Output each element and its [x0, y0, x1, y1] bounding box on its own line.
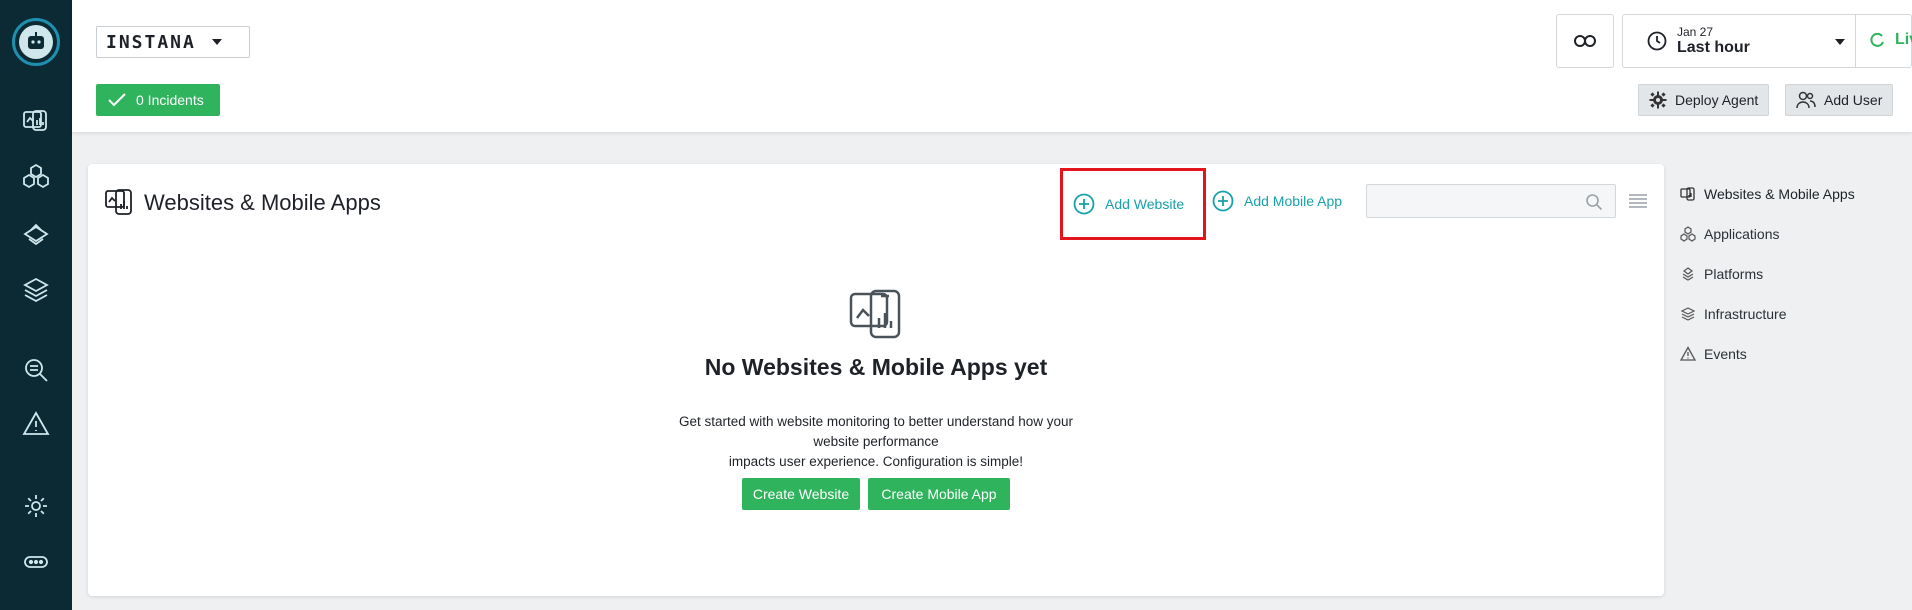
time-date: Jan 27: [1677, 24, 1714, 39]
empty-state-line-2: impacts user experience. Configuration i…: [728, 454, 1024, 469]
nav-applications-icon[interactable]: [0, 154, 72, 198]
checkmark-icon: [108, 93, 126, 107]
sidebar-item-label: Websites & Mobile Apps: [1704, 186, 1855, 202]
events-warning-icon: [1680, 346, 1696, 361]
brand-switcher[interactable]: INSTANA: [96, 26, 250, 58]
add-user-label: Add User: [1824, 92, 1883, 108]
platforms-icon: [1682, 267, 1694, 281]
empty-state-line-1: Get started with website monitoring to b…: [679, 414, 1073, 449]
add-website-button[interactable]: Add Website: [1060, 168, 1206, 240]
empty-state-title: No Websites & Mobile Apps yet: [704, 354, 1048, 380]
robot-icon: [19, 25, 53, 59]
sidebar-item-label: Infrastructure: [1704, 306, 1787, 322]
chevron-down-icon: [211, 39, 222, 45]
applications-icon: [1680, 226, 1696, 242]
live-toggle[interactable]: Live: [1869, 31, 1912, 49]
page-title: Websites & Mobile Apps: [144, 190, 381, 215]
search-input[interactable]: [1366, 184, 1616, 218]
list-menu-icon[interactable]: [1628, 194, 1648, 208]
chevron-down-icon: [1835, 39, 1845, 45]
deploy-agent-label: Deploy Agent: [1675, 92, 1759, 108]
main-card: Websites & Mobile Apps Add Website Add M…: [88, 164, 1664, 596]
deploy-agent-button[interactable]: Deploy Agent: [1638, 84, 1770, 116]
nav-websites-mobile-apps-icon[interactable]: [0, 98, 72, 142]
nav-events-icon[interactable]: [0, 402, 72, 446]
sidebar-item-events[interactable]: Events: [1680, 346, 1747, 362]
nav-infrastructure-icon[interactable]: [0, 268, 72, 312]
sidebar-item-applications[interactable]: Applications: [1680, 226, 1780, 242]
create-website-button[interactable]: Create Website: [742, 478, 860, 510]
sidebar-item-label: Events: [1704, 346, 1747, 362]
gear-icon: [1649, 91, 1667, 109]
empty-state-description: Get started with website monitoring to b…: [676, 412, 1076, 472]
sidebar-item-infrastructure[interactable]: Infrastructure: [1680, 306, 1786, 322]
nav-more-icon[interactable]: [0, 540, 72, 584]
plus-circle-icon: [1073, 193, 1095, 215]
sidebar-item-label: Applications: [1704, 226, 1780, 242]
instana-logo[interactable]: [12, 18, 60, 66]
create-mobile-app-button[interactable]: Create Mobile App: [868, 478, 1010, 510]
time-range: Last hour: [1677, 38, 1750, 56]
plus-circle-icon: [1212, 190, 1234, 212]
infrastructure-icon: [1680, 307, 1696, 321]
sidebar-item-platforms[interactable]: Platforms: [1680, 266, 1763, 282]
users-icon: [1796, 91, 1816, 109]
timeframe-picker[interactable]: Jan 27 Last hour Live: [1622, 14, 1912, 68]
add-website-label: Add Website: [1105, 196, 1185, 212]
add-mobile-app-button[interactable]: Add Mobile App: [1212, 190, 1342, 212]
websites-mobile-apps-illustration: [849, 289, 901, 339]
share-link-button[interactable]: [1556, 14, 1614, 68]
websites-mobile-apps-icon: [105, 189, 132, 215]
sidebar-item-websites-mobile-apps[interactable]: Websites & Mobile Apps: [1680, 186, 1855, 202]
websites-mobile-apps-icon: [1680, 187, 1695, 201]
clock-icon: [1647, 31, 1667, 51]
link-icon: [1574, 35, 1596, 47]
sidebar-item-label: Platforms: [1704, 266, 1764, 282]
left-nav-rail: [0, 0, 72, 610]
top-header: INSTANA 0 Incidents Jan 27 Last hour Liv…: [72, 0, 1912, 132]
nav-settings-gear-icon[interactable]: [0, 484, 72, 528]
add-user-button[interactable]: Add User: [1785, 84, 1894, 116]
incidents-label: 0 Incidents: [136, 92, 204, 108]
nav-analytics-icon[interactable]: [0, 348, 72, 392]
add-mobile-app-label: Add Mobile App: [1244, 193, 1343, 209]
incidents-button[interactable]: 0 Incidents: [96, 84, 220, 116]
brand-wordmark: INSTANA: [106, 31, 196, 53]
live-spinner-icon: [1870, 32, 1884, 47]
divider: [1855, 15, 1856, 67]
live-label: Live: [1895, 31, 1912, 48]
search-icon: [1586, 194, 1603, 211]
nav-platforms-icon[interactable]: [0, 212, 72, 256]
